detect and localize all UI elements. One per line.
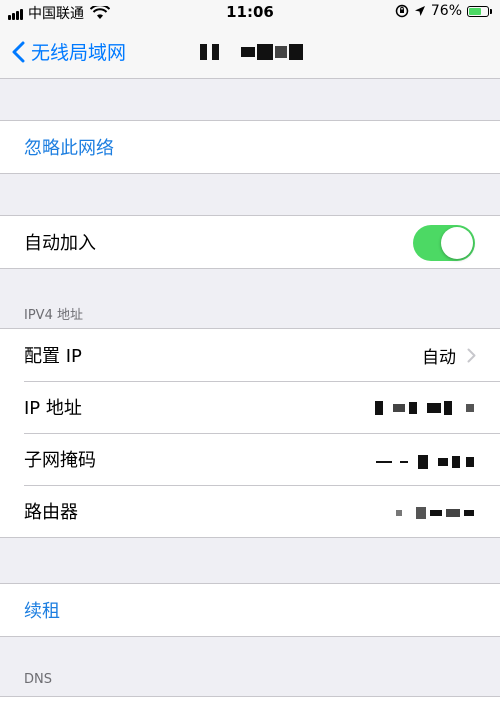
ip-address-label: IP 地址 (24, 398, 82, 419)
renew-lease-label: 续租 (24, 601, 60, 622)
subnet-mask-row: 子网掩码 (0, 433, 500, 485)
battery-fill (469, 7, 481, 15)
location-icon (414, 6, 425, 16)
auto-join-toggle[interactable] (413, 225, 475, 261)
wifi-network-detail-screen: 中国联通 11:06 76% 无线局域网 忽略此网络 自动加入 IPV4 地址 … (0, 0, 500, 711)
battery-tip (490, 8, 492, 14)
ip-address-value-redacted (375, 401, 474, 415)
configure-ip-value: 自动 (422, 347, 456, 368)
router-row: 路由器 (0, 485, 500, 537)
status-bar: 中国联通 11:06 76% (0, 0, 500, 26)
auto-join-group: 自动加入 (0, 215, 500, 269)
auto-join-label: 自动加入 (24, 233, 96, 254)
status-right: 76% (395, 3, 492, 19)
forget-network-label: 忽略此网络 (24, 138, 114, 159)
orientation-lock-icon (395, 4, 409, 18)
back-button[interactable]: 无线局域网 (12, 38, 126, 65)
renew-lease-group: 续租 (0, 583, 500, 637)
configure-ip-row[interactable]: 配置 IP 自动 (0, 329, 500, 381)
battery-icon (467, 5, 489, 17)
navigation-bar: 无线局域网 (0, 26, 500, 79)
battery-percent: 76% (430, 3, 462, 19)
chevron-right-icon (467, 348, 476, 363)
toggle-knob (441, 227, 473, 259)
renew-lease-button[interactable]: 续租 (0, 584, 500, 636)
back-button-label: 无线局域网 (31, 42, 127, 64)
dns-section-header: DNS (24, 672, 52, 687)
configure-ip-label: 配置 IP (24, 346, 82, 367)
ipv4-section-header: IPV4 地址 (24, 308, 83, 323)
subnet-mask-value-redacted (376, 455, 474, 469)
network-name-redacted (200, 44, 303, 60)
dns-group (0, 696, 500, 711)
router-value-redacted (396, 507, 474, 519)
ip-address-row: IP 地址 (0, 381, 500, 433)
auto-join-row: 自动加入 (0, 216, 500, 268)
ipv4-group: 配置 IP 自动 IP 地址 子网掩码 路由器 (0, 328, 500, 538)
chevron-left-icon (12, 41, 25, 62)
forget-network-button[interactable]: 忽略此网络 (0, 121, 500, 173)
router-label: 路由器 (24, 502, 78, 523)
subnet-mask-label: 子网掩码 (24, 450, 96, 471)
forget-network-group: 忽略此网络 (0, 120, 500, 174)
